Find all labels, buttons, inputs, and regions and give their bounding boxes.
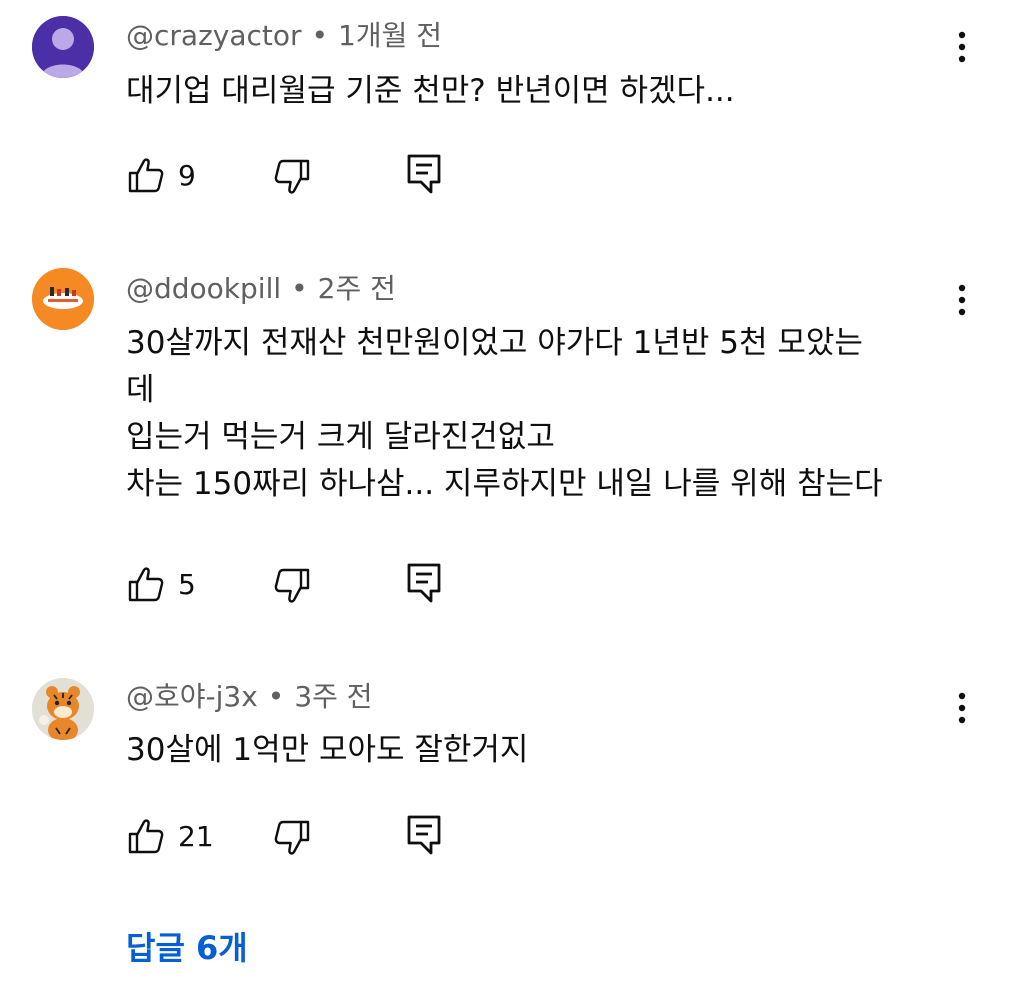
like-count: 9 [178,158,196,192]
comment-text-line: 데 [126,372,155,408]
timestamp[interactable]: 3주 전 [294,680,372,713]
reply-comment-icon [407,154,441,194]
comment-meta: @호야-j3x • 3주 전 [126,679,373,715]
timestamp[interactable]: 2주 전 [318,272,396,305]
username[interactable]: @crazyactor [126,19,302,52]
comment-text: 30살에 1억만 모아도 잘한거지 [126,727,966,774]
comment-text-line: 30살에 1억만 모아도 잘한거지 [126,732,529,768]
meta-separator: • [311,19,329,52]
comment-actions: 9 [126,153,456,197]
more-actions-button[interactable] [944,27,980,67]
reply-button[interactable] [406,562,442,608]
thumb-up-icon [128,567,164,602]
comment-text: 대기업 대리월급 기준 천만? 반년이면 하겠다... [126,68,966,115]
more-actions-button[interactable] [944,280,980,320]
comment-actions: 21 [126,814,456,858]
like-count: 5 [178,567,196,601]
default-user-avatar-icon [32,16,94,78]
dislike-button[interactable] [272,814,312,862]
more-vertical-icon [958,284,966,316]
channel-logo-avatar-icon [32,268,94,330]
reply-comment-icon [407,815,441,855]
comment-actions: 5 [126,562,456,606]
thumb-down-icon [274,820,310,855]
like-button[interactable]: 21 [126,814,214,858]
like-count: 21 [178,819,214,853]
view-replies-link[interactable]: 답글 6개 [126,926,248,970]
comment-text-line: 30살까지 전재산 천만원이었고 야가다 1년반 5천 모았는 [126,325,863,361]
comment-meta: @ddookpill • 2주 전 [126,271,396,307]
thumb-down-icon [274,159,310,194]
avatar[interactable] [32,268,94,330]
comment-text-line: 입는거 먹는거 크게 달라진건없고 [126,419,555,455]
like-button[interactable]: 5 [126,562,196,606]
more-vertical-icon [958,31,966,63]
username[interactable]: @ddookpill [126,272,281,305]
comment-text: 30살까지 전재산 천만원이었고 야가다 1년반 5천 모았는 데 입는거 먹는… [126,320,966,508]
username[interactable]: @호야-j3x [126,680,258,713]
dislike-button[interactable] [272,562,312,610]
comment-text-line: 차는 150짜리 하나삼... 지루하지만 내일 나를 위해 참는다 [126,466,883,502]
reply-button[interactable] [406,153,442,199]
comment-text-line: 대기업 대리월급 기준 천만? 반년이면 하겠다... [126,73,735,109]
more-actions-button[interactable] [944,688,980,728]
more-vertical-icon [958,692,966,724]
avatar[interactable] [32,16,94,78]
thumb-up-icon [128,158,164,193]
comment-meta: @crazyactor • 1개월 전 [126,18,442,54]
timestamp[interactable]: 1개월 전 [338,19,442,52]
dislike-button[interactable] [272,153,312,201]
reply-button[interactable] [406,814,442,860]
meta-separator: • [291,272,308,305]
thumb-down-icon [274,568,310,603]
meta-separator: • [267,680,285,713]
thumb-up-icon [128,819,164,854]
tiger-avatar-icon [32,678,94,740]
like-button[interactable]: 9 [126,153,196,197]
avatar[interactable] [32,678,94,740]
reply-comment-icon [407,563,441,603]
